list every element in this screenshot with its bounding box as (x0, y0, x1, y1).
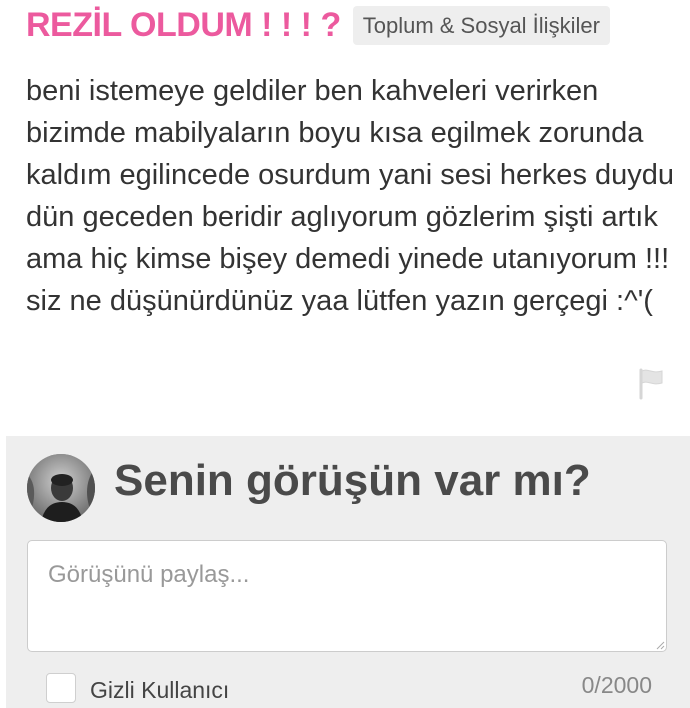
resize-handle-icon[interactable] (656, 641, 665, 650)
char-counter: 0/2000 (581, 672, 652, 698)
question-title[interactable]: REZİL OLDUM ! ! ! ? (26, 6, 341, 45)
answer-section: Senin görüşün var mı? Gizli Kullanıcı 0/… (6, 436, 690, 708)
question-header: REZİL OLDUM ! ! ! ? Toplum & Sosyal İliş… (26, 6, 680, 45)
avatar[interactable] (27, 454, 95, 522)
answer-prompt: Senin görüşün var mı? (114, 456, 591, 505)
category-badge[interactable]: Toplum & Sosyal İlişkiler (352, 6, 610, 45)
flag-icon[interactable] (636, 366, 666, 400)
opinion-textarea[interactable] (27, 540, 667, 652)
anonymous-label[interactable]: Gizli Kullanıcı (90, 677, 229, 704)
anonymous-checkbox[interactable] (46, 673, 76, 703)
question-body: beni istemeye geldiler ben kahveleri ver… (26, 75, 675, 317)
question-card: REZİL OLDUM ! ! ! ? Toplum & Sosyal İliş… (0, 0, 690, 436)
